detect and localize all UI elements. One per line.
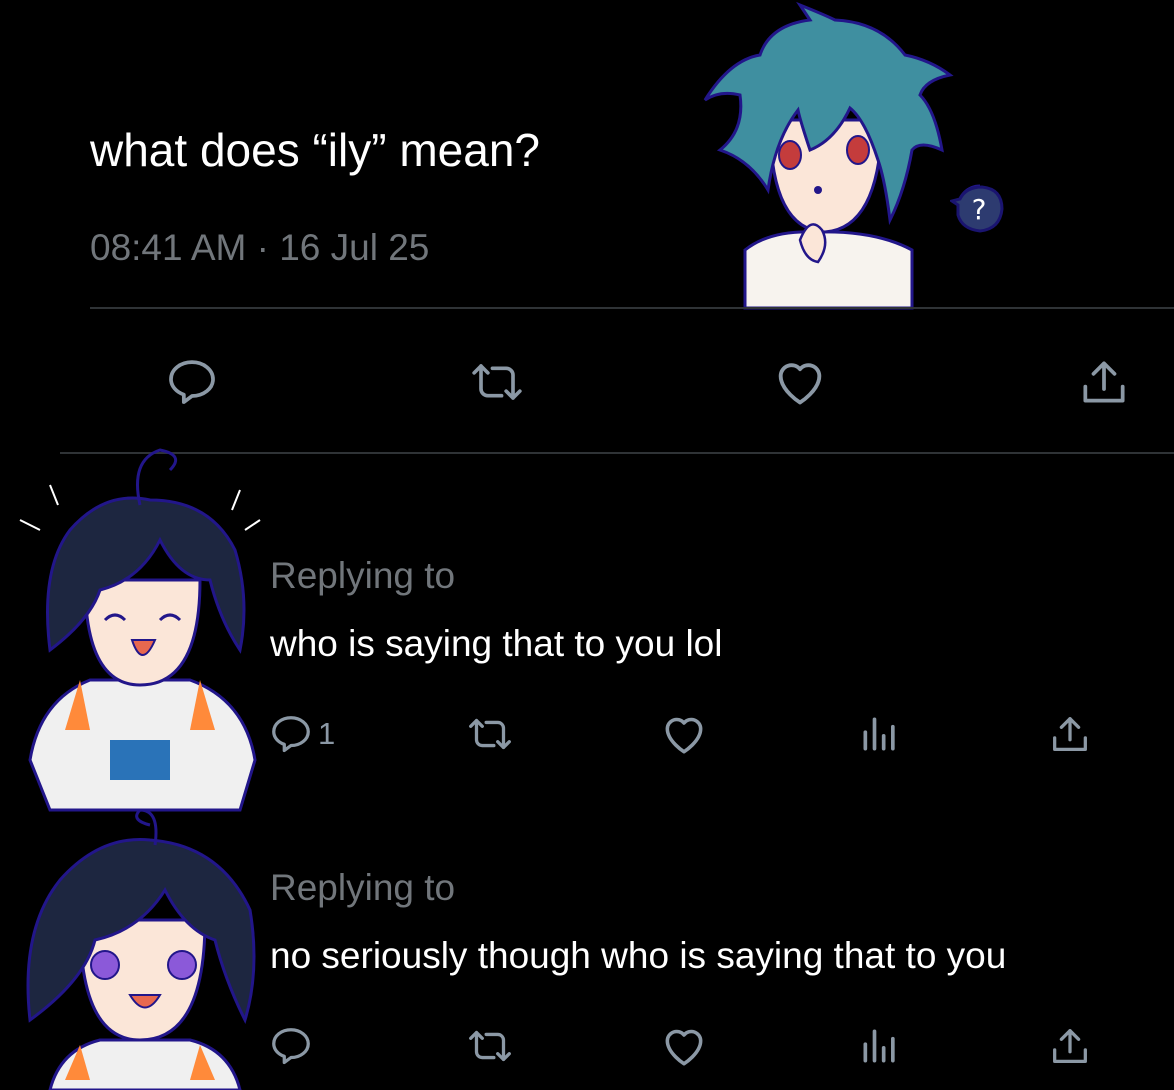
reply-icon — [169, 360, 215, 404]
reply-2-reply-button[interactable] — [268, 1018, 328, 1074]
views-icon — [863, 717, 895, 751]
reply-2-replying-to: Replying to — [270, 867, 456, 908]
svg-text:?: ? — [972, 193, 987, 226]
reply-2-like-button[interactable] — [656, 1018, 712, 1074]
reply-icon — [272, 1028, 310, 1065]
question-bubble-icon: ? — [948, 183, 1006, 235]
post-text: what does “ily” mean? — [90, 124, 540, 176]
post-reply-button[interactable] — [160, 350, 224, 414]
reply-avatar-illustration — [10, 430, 270, 830]
post-share-button[interactable] — [1072, 350, 1136, 414]
share-icon — [1053, 717, 1087, 751]
like-icon — [665, 717, 703, 754]
reply-1-like-button[interactable] — [656, 706, 712, 762]
post-repost-button[interactable] — [462, 350, 532, 414]
repost-icon — [472, 364, 522, 400]
reply-1-reply-count: 1 — [318, 716, 336, 751]
reply-1-views-button[interactable] — [852, 706, 908, 762]
reply-avatar-illustration — [10, 780, 270, 1090]
repost-icon — [469, 718, 511, 750]
reply-1-text: who is saying that to you lol — [270, 623, 723, 664]
reply-1-replying-to: Replying to — [270, 555, 456, 596]
reply-2-share-button[interactable] — [1042, 1018, 1098, 1074]
share-icon — [1083, 361, 1125, 403]
reply-1-share-button[interactable] — [1042, 706, 1098, 762]
repost-icon — [469, 1030, 511, 1062]
reply-2-views-button[interactable] — [852, 1018, 908, 1074]
post-like-button[interactable] — [768, 350, 832, 414]
post-divider — [90, 307, 1174, 309]
like-icon — [665, 1029, 703, 1066]
share-icon — [1053, 1029, 1087, 1063]
reply-1-repost-button[interactable] — [460, 706, 520, 762]
like-icon — [778, 363, 822, 405]
post-timestamp: 08:41 AM · 16 Jul 25 — [90, 227, 430, 268]
reply-2-text: no seriously though who is saying that t… — [270, 935, 1007, 976]
reply-2-repost-button[interactable] — [460, 1018, 520, 1074]
reply-icon — [272, 716, 310, 753]
reply-1-reply-button[interactable]: 1 — [268, 706, 358, 762]
thinking-character-illustration — [650, 0, 980, 312]
views-icon — [863, 1029, 895, 1063]
